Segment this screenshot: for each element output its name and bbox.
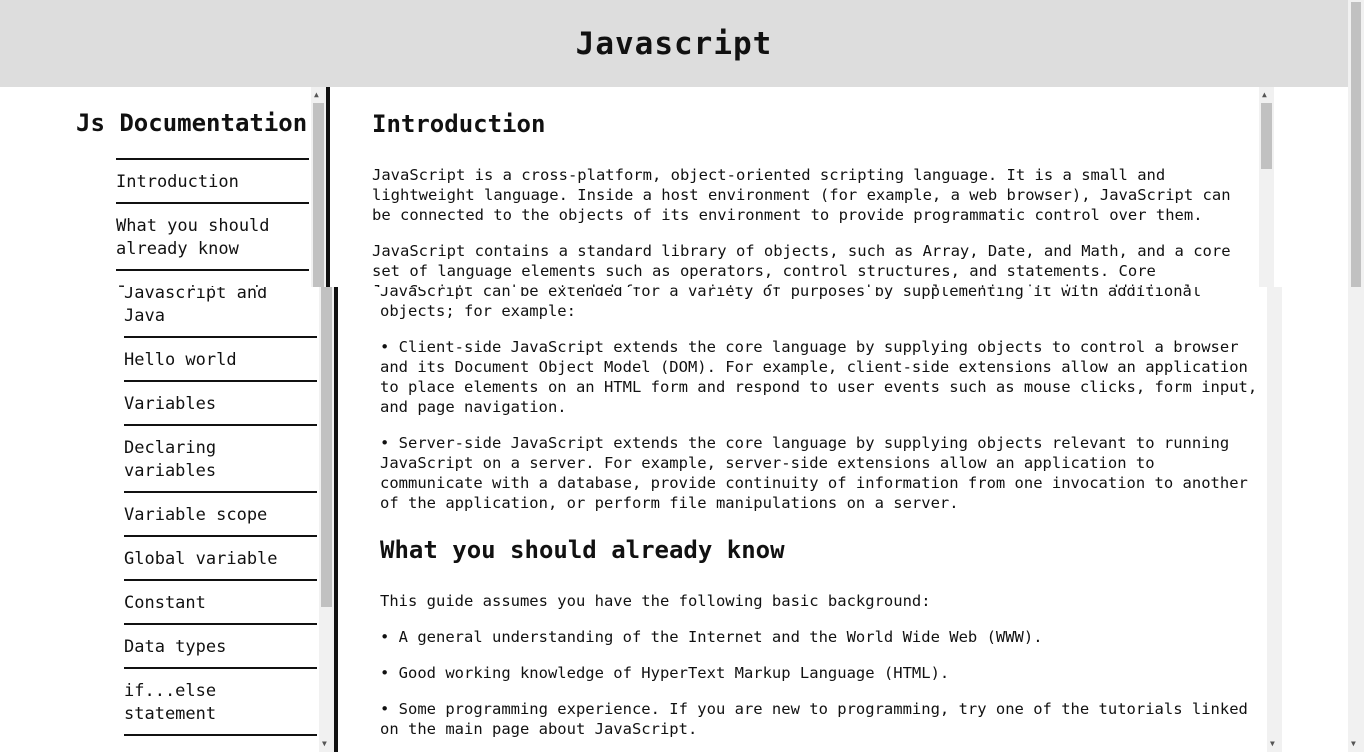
scroll-down-arrow-icon[interactable]: ▼ bbox=[1351, 740, 1356, 748]
nav-item: Variable scope bbox=[124, 493, 317, 537]
paragraph: JavaScript is a cross-platform, object-o… bbox=[372, 166, 1231, 224]
nav-link-constant[interactable]: Constant bbox=[124, 581, 317, 625]
main-scrollbar-thumb[interactable] bbox=[1261, 103, 1272, 169]
page-scrollbar[interactable]: ▼ bbox=[1348, 0, 1364, 752]
paragraph: • Server-side JavaScript extends the cor… bbox=[380, 434, 1248, 512]
main-content: Introduction JavaScript is a cross-platf… bbox=[338, 287, 1262, 752]
page-scrollbar-thumb[interactable] bbox=[1351, 2, 1361, 287]
nav-link-javascript-and-java[interactable]: Javascript and Java bbox=[124, 287, 317, 338]
main-content: Introduction JavaScript is a cross-platf… bbox=[330, 87, 1254, 287]
page-header: Javascript bbox=[0, 0, 1348, 87]
nav-item: Javascript and Java bbox=[124, 287, 317, 338]
section-introduction: Introduction JavaScript is a cross-platf… bbox=[372, 109, 1254, 287]
nav-scrollbar-thumb[interactable] bbox=[313, 103, 324, 287]
paragraph: • Good working knowledge of HyperText Ma… bbox=[380, 664, 950, 682]
section-heading: Introduction bbox=[372, 110, 546, 138]
section-introduction: Introduction JavaScript is a cross-platf… bbox=[380, 287, 1262, 513]
nav-link-introduction[interactable]: Introduction bbox=[116, 160, 309, 204]
main-doc: Introduction JavaScript is a cross-platf… bbox=[326, 87, 1274, 287]
nav-link-javascript-and-java[interactable]: Javascript and Java bbox=[116, 271, 309, 287]
nav-link-variable-scope[interactable]: Variable scope bbox=[124, 493, 317, 537]
nav-item: if...else statement bbox=[124, 669, 317, 736]
nav-item: Global variable bbox=[124, 537, 317, 581]
paragraph: This guide assumes you have the followin… bbox=[380, 592, 931, 610]
nav-scrollbar-thumb[interactable] bbox=[321, 287, 332, 607]
nav-list: Introduction What you should already kno… bbox=[116, 158, 309, 287]
section-what-you-should-already-know: What you should already know This guide … bbox=[380, 535, 1262, 739]
nav-item: Declaring variables bbox=[124, 426, 317, 493]
paragraph: JavaScript contains a standard library o… bbox=[380, 287, 1202, 320]
nav-item: Javascript and Java bbox=[116, 271, 309, 287]
scroll-up-arrow-icon[interactable]: ▲ bbox=[314, 91, 319, 99]
nav-link-declaring-variables[interactable]: Declaring variables bbox=[124, 426, 317, 493]
nav-item: Introduction bbox=[116, 160, 309, 204]
nav-list: Introduction What you should already kno… bbox=[124, 287, 317, 736]
navbar: Js Documentation Introduction What you s… bbox=[60, 87, 326, 287]
nav-item: Constant bbox=[124, 581, 317, 625]
section-heading: What you should already know bbox=[380, 536, 785, 564]
paragraph: • Some programming experience. If you ar… bbox=[380, 700, 1248, 738]
nav-scrollbar[interactable]: ▲ bbox=[311, 87, 326, 287]
nav-item: Hello world bbox=[124, 338, 317, 382]
nav-scrollbar[interactable]: ▼ bbox=[319, 287, 334, 752]
main-doc-lower: Introduction JavaScript is a cross-platf… bbox=[334, 287, 1282, 752]
nav-link-hello-world[interactable]: Hello world bbox=[124, 338, 317, 382]
nav-link-data-types[interactable]: Data types bbox=[124, 625, 317, 669]
nav-link-if-else-statement[interactable]: if...else statement bbox=[124, 669, 317, 736]
scroll-up-arrow-icon[interactable]: ▲ bbox=[1262, 91, 1267, 99]
nav-title: Js Documentation bbox=[76, 109, 308, 137]
paragraph: • A general understanding of the Interne… bbox=[380, 628, 1043, 646]
nav-item: What you should already know bbox=[116, 204, 309, 271]
page-title: Javascript bbox=[575, 25, 773, 62]
paragraph: JavaScript contains a standard library o… bbox=[372, 242, 1231, 287]
nav-link-variables[interactable]: Variables bbox=[124, 382, 317, 426]
scroll-down-arrow-icon[interactable]: ▼ bbox=[322, 740, 327, 748]
main-scrollbar[interactable]: ▲ bbox=[1259, 87, 1274, 287]
paragraph: • Client-side JavaScript extends the cor… bbox=[380, 338, 1258, 416]
navbar-lower: Js Documentation Introduction What you s… bbox=[68, 287, 334, 752]
scroll-down-arrow-icon[interactable]: ▼ bbox=[1270, 740, 1275, 748]
main-scrollbar[interactable]: ▼ bbox=[1267, 287, 1282, 752]
nav-link-global-variable[interactable]: Global variable bbox=[124, 537, 317, 581]
nav-item: Data types bbox=[124, 625, 317, 669]
nav-link-what-you-should-already-know[interactable]: What you should already know bbox=[116, 204, 309, 271]
nav-item: Variables bbox=[124, 382, 317, 426]
